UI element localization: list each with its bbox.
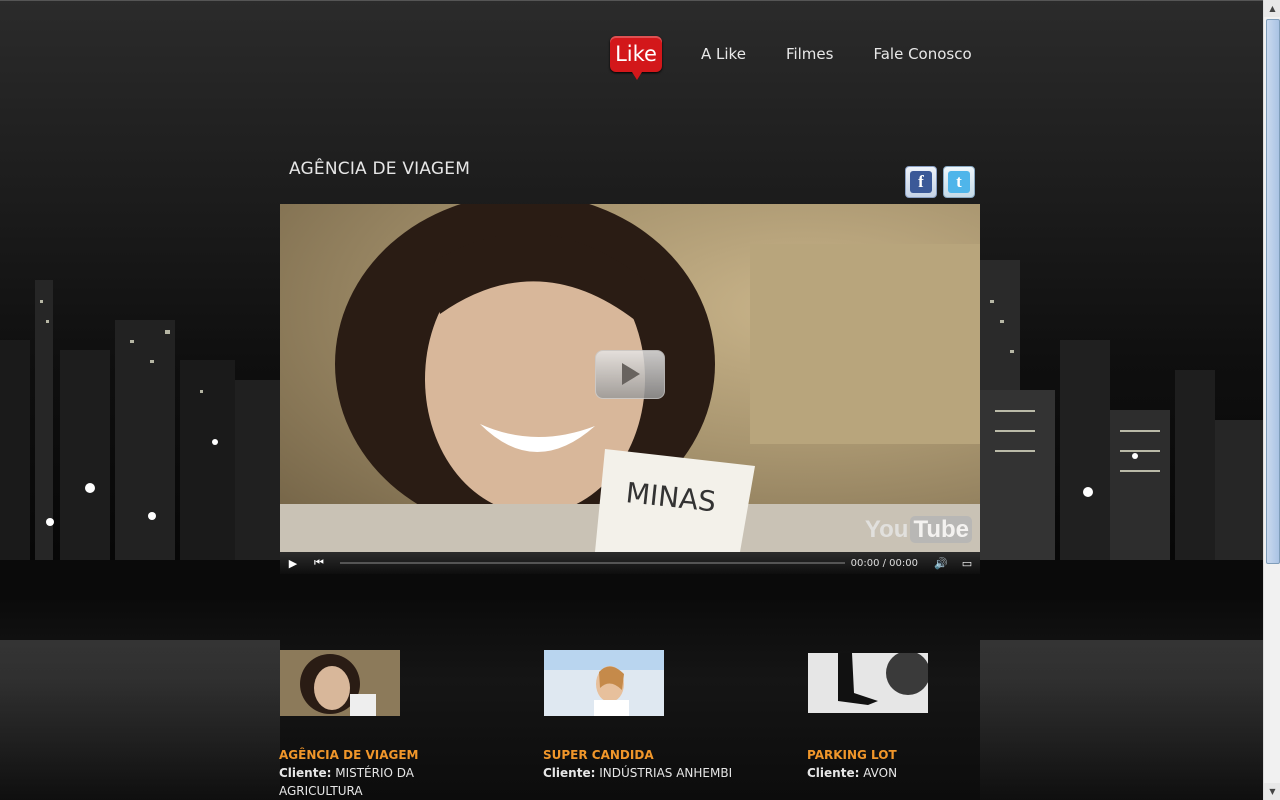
twitter-share-button[interactable]: t (943, 166, 975, 198)
film-thumbnail-1[interactable] (280, 650, 400, 716)
film-caption-3: PARKING LOT Cliente: AVON (807, 746, 967, 782)
facebook-share-button[interactable]: f (905, 166, 937, 198)
film-client: INDÚSTRIAS ANHEMBI (599, 766, 733, 780)
film-thumbnail-3[interactable] (808, 653, 928, 713)
video-controls: ▶ ⏮ 00:00 / 00:00 🔊 ▭ (280, 552, 980, 574)
youtube-video-player[interactable]: MINAS You Tube ▶ ⏮ 00:00 / 00:00 🔊 ▭ (280, 204, 980, 574)
nav-fale-conosco[interactable]: Fale Conosco (873, 45, 971, 63)
nav-filmes[interactable]: Filmes (786, 45, 834, 63)
nav-a-like[interactable]: A Like (701, 45, 746, 63)
video-frame[interactable]: MINAS You Tube (280, 204, 980, 552)
video-time: 00:00 / 00:00 (850, 557, 918, 569)
film-client: AVON (863, 766, 898, 780)
like-logo[interactable]: Like (610, 36, 662, 80)
play-overlay-button[interactable] (595, 350, 665, 399)
scroll-down-icon[interactable]: ▼ (1264, 783, 1280, 800)
skip-back-icon[interactable]: ⏮ (306, 556, 332, 570)
facebook-icon: f (910, 171, 932, 193)
vertical-scrollbar[interactable]: ▲ ▼ (1263, 0, 1280, 800)
film-title[interactable]: PARKING LOT (807, 746, 967, 764)
volume-icon[interactable]: 🔊 (928, 557, 954, 570)
fullscreen-icon[interactable]: ▭ (954, 557, 980, 570)
film-caption-2: SUPER CANDIDA Cliente: INDÚSTRIAS ANHEMB… (543, 746, 743, 782)
youtube-logo: You Tube (865, 516, 972, 544)
film-title[interactable]: SUPER CANDIDA (543, 746, 743, 764)
film-caption-1: AGÊNCIA DE VIAGEM Cliente: MISTÉRIO DA A… (279, 746, 439, 800)
twitter-icon: t (948, 171, 970, 193)
play-icon[interactable]: ▶ (280, 557, 306, 570)
page-background: Like A Like Filmes Fale Conosco AGÊNCIA … (0, 0, 1263, 800)
film-thumbnail-2[interactable] (544, 650, 664, 716)
scrollbar-thumb[interactable] (1266, 19, 1280, 564)
main-nav: Like A Like Filmes Fale Conosco (610, 34, 972, 80)
page-title: AGÊNCIA DE VIAGEM (289, 159, 471, 179)
scroll-up-icon[interactable]: ▲ (1264, 0, 1280, 17)
film-title[interactable]: AGÊNCIA DE VIAGEM (279, 746, 439, 764)
seek-bar[interactable] (340, 562, 845, 564)
